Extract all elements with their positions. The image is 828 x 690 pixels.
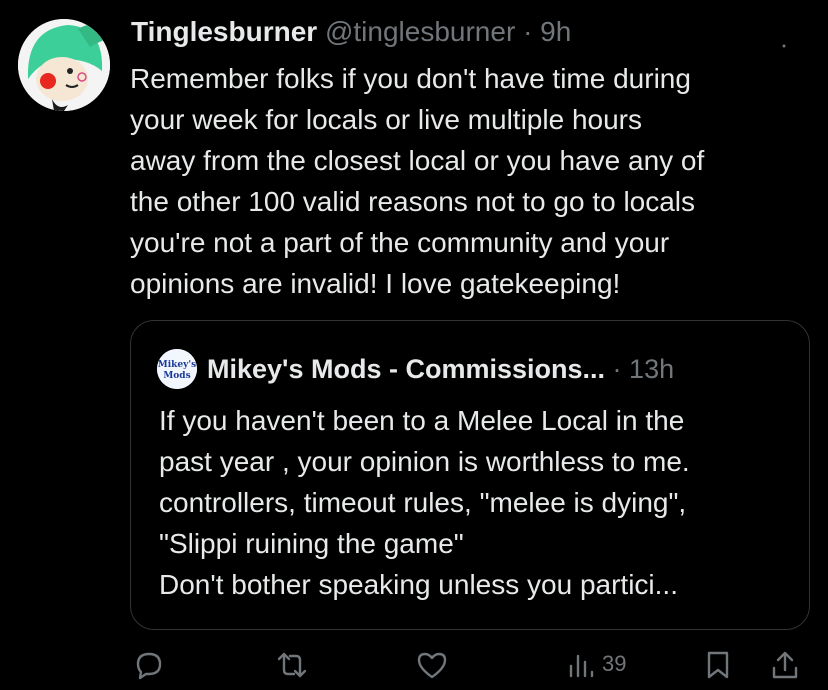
tweet-timestamp[interactable]: 9h bbox=[540, 16, 571, 47]
bookmark-button[interactable] bbox=[704, 650, 732, 680]
retweet-button[interactable] bbox=[276, 650, 308, 680]
tweet-text-line: Remember folks if you don't have time du… bbox=[130, 63, 691, 94]
svg-text:Mods: Mods bbox=[163, 371, 190, 381]
tweet[interactable]: Tinglesburner @tinglesburner · 9h Rememb… bbox=[0, 0, 828, 690]
quoted-text-line: If you haven't been to a Melee Local in … bbox=[159, 405, 685, 436]
quoted-tweet-card[interactable]: Mikey's Mods Mikey's Mods - Commissions.… bbox=[130, 320, 810, 630]
author-name[interactable]: Tinglesburner bbox=[131, 16, 317, 47]
tweet-text-line: the other 100 valid reasons not to go to… bbox=[130, 186, 696, 217]
tweet-text-line: you're not a part of the community and y… bbox=[130, 227, 670, 258]
quoted-author-avatar: Mikey's Mods bbox=[157, 349, 197, 389]
tweet-text: Remember folks if you don't have time du… bbox=[130, 58, 810, 304]
svg-text:Mikey's: Mikey's bbox=[158, 360, 196, 370]
action-bar: 39 bbox=[0, 644, 828, 684]
more-options-icon[interactable] bbox=[772, 38, 786, 48]
like-icon bbox=[417, 652, 447, 679]
quoted-text-line: past year , your opinion is worthless to… bbox=[159, 446, 690, 477]
views-count[interactable]: 39 bbox=[602, 650, 626, 678]
tweet-text-line: away from the closest local or you have … bbox=[130, 145, 705, 176]
header-separator: · bbox=[523, 16, 533, 47]
tweet-header: Tinglesburner @tinglesburner · 9h bbox=[131, 14, 571, 50]
retweet-icon bbox=[277, 652, 307, 678]
like-button[interactable] bbox=[416, 650, 448, 680]
share-button[interactable] bbox=[770, 650, 800, 680]
mikeys-mods-logo-icon: Mikey's Mods bbox=[157, 349, 197, 389]
quoted-tweet-text: If you haven't been to a Melee Local in … bbox=[159, 400, 799, 605]
reply-icon bbox=[136, 652, 162, 680]
views-button[interactable] bbox=[566, 650, 596, 680]
tweet-text-line: opinions are invalid! I love gatekeeping… bbox=[130, 268, 621, 299]
quoted-header-separator: · bbox=[612, 354, 622, 384]
views-icon bbox=[569, 654, 594, 678]
quoted-author-name: Mikey's Mods - Commissions... bbox=[207, 354, 606, 384]
reply-button[interactable] bbox=[134, 650, 164, 680]
green-hood-character-avatar-icon bbox=[18, 19, 110, 111]
author-handle[interactable]: @tinglesburner bbox=[325, 16, 515, 47]
author-avatar[interactable] bbox=[18, 19, 110, 111]
bookmark-icon bbox=[707, 651, 729, 679]
quoted-tweet-timestamp: 13h bbox=[629, 354, 675, 384]
quoted-text-line: controllers, timeout rules, "melee is dy… bbox=[159, 487, 687, 518]
quoted-text-line: "Slippi ruining the game" bbox=[159, 528, 464, 559]
quoted-tweet-header: Mikey's Mods - Commissions... · 13h bbox=[207, 350, 674, 388]
quoted-text-line: Don't bother speaking unless you partici… bbox=[159, 569, 678, 600]
share-icon bbox=[772, 651, 798, 679]
tweet-text-line: your week for locals or live multiple ho… bbox=[130, 104, 642, 135]
